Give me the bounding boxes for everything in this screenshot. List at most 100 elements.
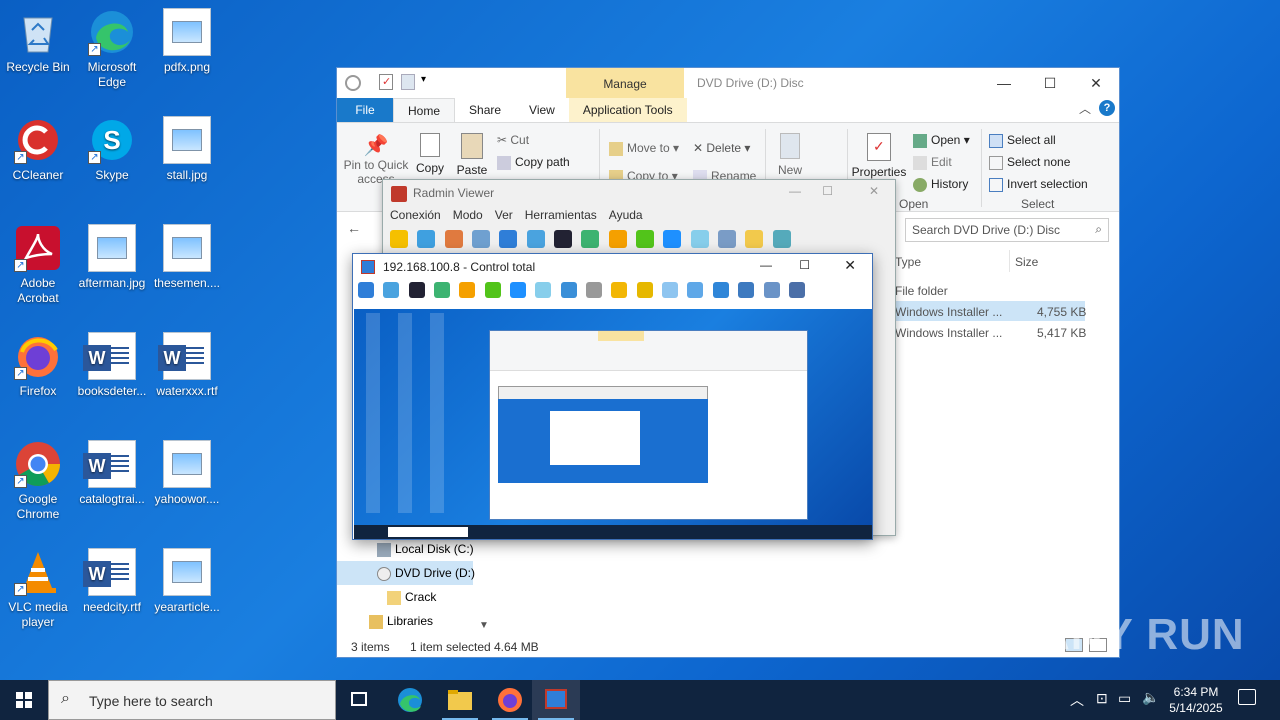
shutdown-icon[interactable] — [608, 230, 627, 248]
tab-home[interactable]: Home — [393, 98, 456, 122]
manage-tab[interactable]: Manage — [566, 68, 684, 98]
settings-tools-icon[interactable] — [788, 282, 805, 298]
radmin-minimize-button[interactable]: — — [789, 184, 801, 198]
open-button[interactable]: Open ▾ — [913, 133, 970, 148]
nav-item-crack[interactable]: Crack — [387, 590, 436, 605]
ethernet-icon[interactable]: ▭ — [1118, 690, 1131, 707]
telnet-icon[interactable] — [554, 230, 573, 248]
properties-quick-icon[interactable]: ✓ — [379, 74, 393, 90]
control-maximize-button[interactable]: ☐ — [799, 258, 810, 272]
delete-connection-icon[interactable] — [444, 230, 463, 248]
desktop-icon-catalogtrai[interactable]: W catalogtrai... — [74, 440, 150, 507]
desktop-icon-afterman[interactable]: afterman.jpg — [74, 224, 150, 291]
menu-conexion[interactable]: Conexión — [390, 208, 441, 230]
desktop-icon-recycle-bin[interactable]: Recycle Bin — [0, 8, 76, 75]
view-only-icon[interactable] — [526, 230, 545, 248]
maximize-button[interactable]: ☐ — [1027, 68, 1073, 98]
monitor-icon[interactable] — [358, 282, 374, 298]
cut-button[interactable]: ✂ Cut — [497, 133, 529, 147]
voice-chat-icon[interactable] — [663, 230, 682, 248]
taskbar-firefox[interactable] — [486, 680, 534, 720]
edit-button[interactable]: Edit — [913, 155, 952, 170]
clock[interactable]: 6:34 PM 5/14/2025 — [1166, 684, 1226, 716]
fullscreen-icon[interactable] — [687, 282, 704, 298]
nav-item-dvd-drive[interactable]: DVD Drive (D:) — [377, 566, 475, 581]
desktop-icon-yahoowor[interactable]: yahoowor.... — [149, 440, 225, 507]
desktop-icon-needcity[interactable]: W needcity.rtf — [74, 548, 150, 615]
nav-item-libraries[interactable]: Libraries — [369, 614, 433, 629]
lock-icon[interactable] — [611, 282, 628, 298]
capture-icon[interactable] — [738, 282, 755, 298]
tab-application-tools[interactable]: Application Tools — [568, 98, 687, 122]
select-none-button[interactable]: Select none — [989, 155, 1070, 170]
task-view-button[interactable] — [336, 680, 384, 720]
new-folder-quick-icon[interactable] — [401, 74, 415, 90]
nav-item-local-disk[interactable]: Local Disk (C:) — [377, 542, 474, 557]
scroll-down-icon[interactable]: ▼ — [479, 620, 489, 631]
clipboard-icon[interactable] — [763, 282, 780, 298]
help-icon[interactable]: ? — [1099, 100, 1115, 116]
menu-herramientas[interactable]: Herramientas — [525, 208, 597, 230]
control-close-button[interactable]: ✕ — [844, 257, 856, 274]
column-type[interactable]: Type — [895, 255, 921, 269]
radmin-maximize-button[interactable]: ☐ — [822, 184, 833, 198]
properties-connection-icon[interactable] — [472, 230, 491, 248]
radmin-close-button[interactable]: ✕ — [869, 184, 879, 198]
taskbar-file-explorer[interactable] — [436, 680, 484, 720]
add-connection-icon[interactable] — [417, 230, 436, 248]
folder-view-icon[interactable] — [745, 230, 764, 248]
invert-selection-button[interactable]: Invert selection — [989, 177, 1088, 192]
tab-share[interactable]: Share — [455, 98, 515, 122]
taskbar-radmin[interactable] — [532, 680, 580, 720]
minimize-button[interactable]: — — [981, 68, 1027, 98]
desktop-icon-ccleaner[interactable]: ↗ CCleaner — [0, 116, 76, 183]
select-all-button[interactable]: Select all — [989, 133, 1056, 148]
new-button[interactable]: New — [773, 133, 807, 177]
network-icon[interactable] — [586, 282, 603, 298]
desktop-icon-pdfx[interactable]: pdfx.png — [149, 8, 225, 75]
copy-button[interactable]: Copy — [415, 133, 445, 175]
properties-button[interactable]: ✓ Properties — [851, 133, 907, 179]
chat-icon[interactable] — [636, 230, 655, 248]
start-button[interactable] — [0, 680, 48, 720]
shutdown-icon[interactable] — [459, 282, 476, 298]
network-tray-icon[interactable]: ⊡ — [1096, 690, 1108, 707]
desktop-icon-thesemen[interactable]: thesemen.... — [149, 224, 225, 291]
taskbar-search-box[interactable]: ⌕ Type here to search — [48, 680, 336, 720]
desktop-icon-booksdeter[interactable]: W booksdeter... — [74, 332, 150, 399]
key-icon[interactable] — [636, 282, 653, 298]
volume-icon[interactable]: 🔈 — [1142, 689, 1159, 706]
connect-icon[interactable] — [390, 230, 408, 248]
menu-modo[interactable]: Modo — [453, 208, 483, 230]
collapse-ribbon-icon[interactable]: ︿ — [1079, 100, 1091, 117]
voice-chat-icon[interactable] — [510, 282, 527, 298]
list-view-icon[interactable] — [718, 230, 737, 248]
file-transfer-icon[interactable] — [434, 282, 451, 298]
desktop-icon-firefox[interactable]: ↗ Firefox — [0, 332, 76, 399]
show-hidden-icons[interactable]: ︿ — [1070, 690, 1084, 710]
copy-path-button[interactable]: Copy path — [497, 155, 570, 170]
column-size[interactable]: Size — [1015, 255, 1038, 269]
close-button[interactable]: ✕ — [1073, 68, 1119, 98]
control-minimize-button[interactable]: — — [760, 258, 772, 272]
menu-ver[interactable]: Ver — [495, 208, 513, 230]
search-network-icon[interactable] — [772, 230, 791, 248]
desktop-icon-edge[interactable]: ↗ Microsoft Edge — [74, 8, 150, 90]
quick-access-dropdown-icon[interactable]: ▾ — [421, 74, 426, 85]
desktop-icon-vlc[interactable]: ↗ VLC media player — [0, 548, 76, 630]
table-row[interactable]: File folder — [895, 284, 948, 298]
scale-icon[interactable] — [712, 282, 729, 298]
desktop-icon-stall[interactable]: stall.jpg — [149, 116, 225, 183]
delete-button[interactable]: ✕ Delete ▾ — [693, 141, 750, 155]
remote-desktop-view[interactable] — [354, 309, 872, 539]
file-transfer-icon[interactable] — [581, 230, 600, 248]
view-mode-icon[interactable] — [383, 282, 400, 298]
desktop-icon-waterxxx[interactable]: W waterxxx.rtf — [149, 332, 225, 399]
full-control-icon[interactable] — [499, 230, 518, 248]
send-message-icon[interactable] — [535, 282, 552, 298]
desktop-icon-acrobat[interactable]: ↗ Adobe Acrobat — [0, 224, 76, 306]
window-mode-icon[interactable] — [662, 282, 679, 298]
chat-icon[interactable] — [484, 282, 501, 298]
menu-ayuda[interactable]: Ayuda — [609, 208, 643, 230]
paste-button[interactable]: Paste — [455, 133, 489, 177]
